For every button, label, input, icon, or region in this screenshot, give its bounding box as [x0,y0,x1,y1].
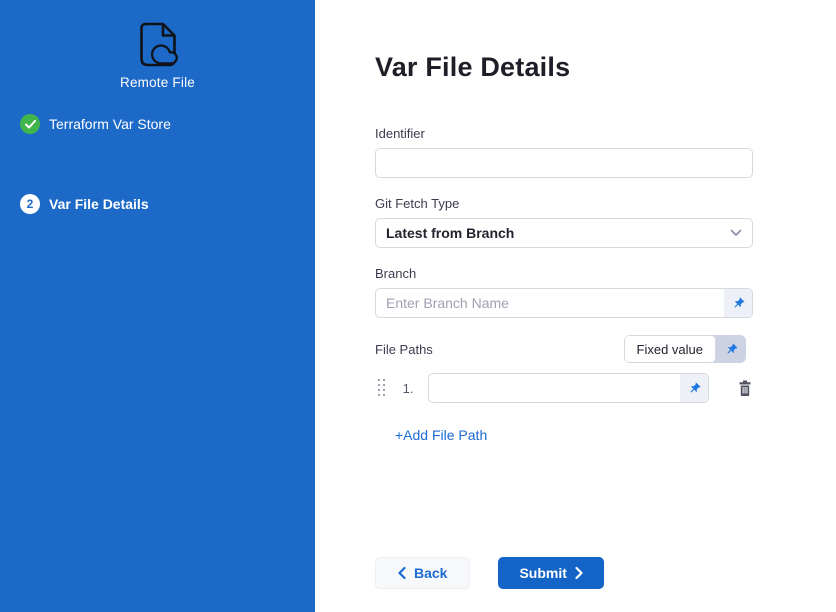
submit-button[interactable]: Submit [498,557,603,589]
submit-button-label: Submit [519,565,566,581]
file-path-row: 1. [375,373,753,403]
file-path-input[interactable] [429,374,680,402]
add-file-path-button[interactable]: +Add File Path [395,427,487,443]
git-fetch-type-label: Git Fetch Type [375,196,753,211]
chevron-down-icon [730,229,742,237]
step-number-badge: 2 [20,194,40,214]
page-title: Var File Details [375,50,836,84]
var-file-form: Identifier Git Fetch Type Latest from Br… [375,126,753,589]
step-var-file-details[interactable]: 2 Var File Details [0,194,315,214]
branch-input[interactable] [376,289,724,317]
wizard-actions: Back Submit [375,557,753,589]
delete-file-path-button[interactable] [737,380,753,397]
file-path-row-index: 1. [403,381,419,396]
git-fetch-type-select[interactable]: Latest from Branch [375,218,753,248]
file-paths-header: File Paths Fixed value [375,335,753,363]
git-fetch-type-value: Latest from Branch [386,225,514,241]
chevron-left-icon [398,567,406,579]
file-path-runtime-pin-button[interactable] [680,374,708,402]
pin-icon [685,379,703,397]
file-paths-label: File Paths [375,342,433,357]
check-circle-icon [20,114,40,134]
wizard-steps: Terraform Var Store 2 Var File Details [0,114,315,214]
step-label: Terraform Var Store [49,116,171,132]
file-path-input-group [428,373,709,403]
drag-handle-icon[interactable] [378,379,387,397]
identifier-input[interactable] [375,148,753,178]
step-label: Var File Details [49,196,149,212]
fixed-value-dropdown-button[interactable]: Fixed value [624,335,716,363]
store-type-block: Remote File [0,20,315,90]
wizard-sidebar: Remote File Terraform Var Store 2 Var Fi… [0,0,315,612]
branch-runtime-pin-button[interactable] [724,289,752,317]
back-button-label: Back [414,565,447,581]
branch-label: Branch [375,266,753,281]
trash-icon [737,380,753,397]
pin-icon [729,294,747,312]
chevron-right-icon [575,567,583,579]
file-paths-runtime-pin-button[interactable] [716,335,746,363]
step-terraform-var-store[interactable]: Terraform Var Store [0,114,315,134]
var-file-details-panel: Var File Details Identifier Git Fetch Ty… [315,0,836,612]
pin-icon [722,340,740,358]
store-type-label: Remote File [120,75,195,90]
file-paths-value-type-control: Fixed value [624,335,746,363]
back-button[interactable]: Back [375,557,470,589]
remote-file-cloud-document-icon [134,20,182,72]
identifier-label: Identifier [375,126,753,141]
branch-input-group [375,288,753,318]
